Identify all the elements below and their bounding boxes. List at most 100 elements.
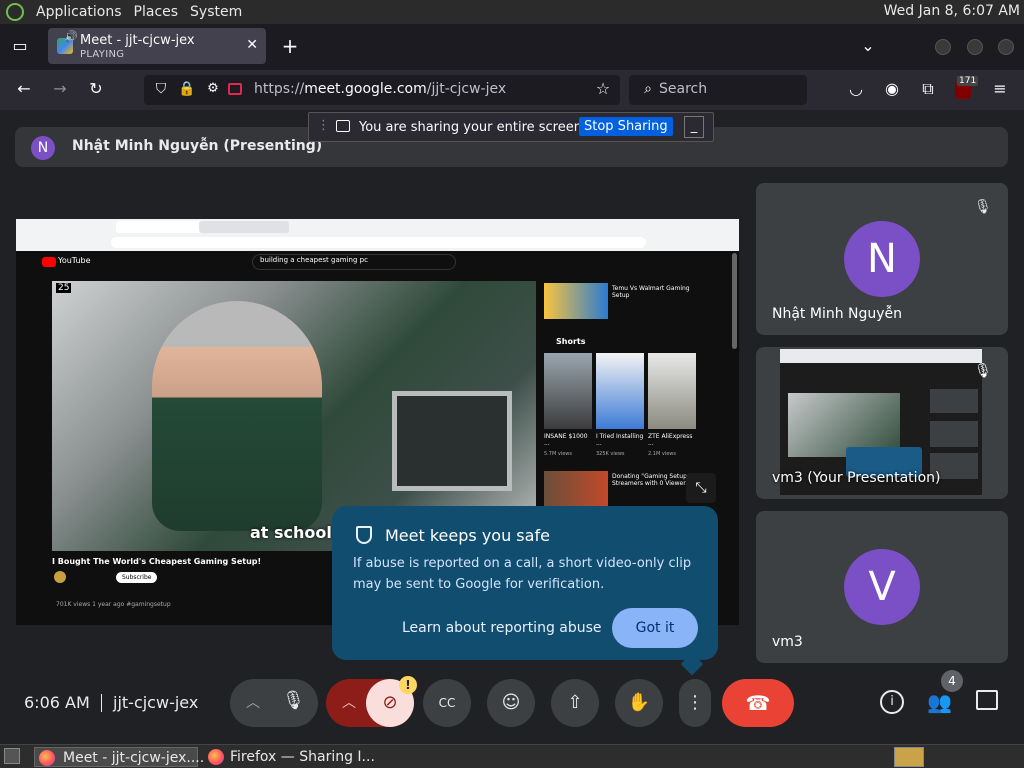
clock[interactable]: Wed Jan 8, 6:07 AM: [884, 3, 1020, 19]
participant-avatar: N: [844, 221, 920, 297]
gnome-foot-icon[interactable]: [6, 3, 24, 21]
reload-icon[interactable]: ↻: [85, 79, 107, 101]
mic-control-group: ︿ 🎙: [230, 679, 318, 727]
short-label-3: ZTE AliExpress ...: [648, 433, 693, 447]
shared-scrollbar: [732, 253, 737, 349]
video-figure: [152, 301, 322, 531]
popup-body: If abuse is reported on a call, a short …: [353, 556, 692, 592]
forward-icon[interactable]: →: [49, 79, 71, 101]
close-tab-icon[interactable]: ✕: [246, 37, 258, 53]
tab-status: PLAYING: [80, 49, 125, 60]
short-thumb-2: [596, 353, 644, 429]
end-call-button[interactable]: ☎: [722, 679, 794, 727]
participant-tile-nhat[interactable]: 🎙 N Nhật Minh Nguyễn: [756, 183, 1008, 335]
sharing-notice-text: You are sharing your entire screen.: [359, 120, 587, 135]
navigation-toolbar: ← → ↻ ⛉ 🔒 ⚙ https://meet.google.com/jjt-…: [0, 70, 1024, 110]
presenter-avatar: N: [31, 136, 55, 160]
tracking-shield-icon[interactable]: ⛉: [150, 79, 172, 101]
participant-name: vm3: [772, 634, 803, 650]
url-text[interactable]: https://meet.google.com/jjt-cjcw-jex: [254, 81, 506, 97]
emoji-button[interactable]: ☺: [487, 679, 535, 727]
minimize-sharing-icon[interactable]: _: [684, 116, 704, 138]
gnome-taskbar: Meet - jjt-cjcw-jex.... Firefox — Sharin…: [0, 744, 1024, 768]
meet-safety-popup: Meet keeps you safe If abuse is reported…: [332, 506, 718, 676]
new-tab-icon[interactable]: +: [279, 36, 301, 58]
got-it-button[interactable]: Got it: [612, 608, 698, 648]
mic-muted-icon: 🎙: [974, 199, 992, 215]
places-menu[interactable]: Places: [134, 4, 179, 20]
short-views-2: 325K views: [596, 451, 625, 457]
taskbar-item-firefox[interactable]: Firefox — Sharing I...: [204, 747, 375, 767]
account-icon[interactable]: ◉: [881, 79, 903, 101]
popup-title: Meet keeps you safe: [385, 526, 550, 545]
extensions-icon[interactable]: ⧉: [917, 79, 939, 101]
screen-share-indicator-icon[interactable]: [228, 83, 242, 95]
bookmark-star-icon[interactable]: ☆: [592, 79, 614, 101]
camera-options-chevron-icon[interactable]: ︿: [342, 692, 356, 712]
extension-badge: 171: [957, 76, 979, 86]
tab-title: Meet - jjt-cjcw-jex: [80, 33, 195, 48]
shared-browser-chrome: [16, 219, 739, 251]
app-menu-icon[interactable]: ≡: [989, 79, 1011, 101]
speaker-icon[interactable]: 🔊: [64, 30, 78, 43]
more-options-button[interactable]: ⋮: [679, 679, 711, 727]
list-tabs-icon[interactable]: ⌄: [857, 36, 879, 58]
presentation-muted-icon: 🎙: [974, 363, 992, 379]
url-bar[interactable]: ⛉ 🔒 ⚙ https://meet.google.com/jjt-cjcw-j…: [144, 75, 620, 105]
meeting-code: jjt-cjcw-jex: [113, 693, 199, 712]
participant-tile-vm3[interactable]: V vm3: [756, 511, 1008, 663]
learn-reporting-link[interactable]: Learn about reporting abuse: [402, 620, 602, 636]
participant-name: Nhật Minh Nguyễn: [772, 306, 903, 322]
window-close-icon[interactable]: [998, 39, 1014, 55]
firefox-icon: [208, 749, 224, 765]
chat-icon[interactable]: [976, 690, 998, 710]
raise-hand-button[interactable]: ✋: [615, 679, 663, 727]
frame-counter: 25: [56, 283, 72, 293]
popup-pointer: [680, 652, 704, 676]
applications-menu[interactable]: Applications: [36, 4, 122, 20]
video-caption: at school: [250, 523, 332, 542]
pocket-icon[interactable]: ◡: [845, 79, 867, 101]
search-bar[interactable]: ⌕ Search: [629, 75, 807, 105]
permissions-icon[interactable]: ⚙: [202, 79, 224, 101]
lock-icon[interactable]: 🔒: [176, 79, 198, 101]
youtube-logo-icon: [42, 257, 56, 267]
youtube-video-title: I Bought The World's Cheapest Gaming Set…: [52, 557, 262, 566]
microphone-icon[interactable]: 🎙: [282, 690, 306, 714]
participant-tile-presentation[interactable]: 🎙 vm3 (Your Presentation): [756, 347, 1008, 499]
people-icon[interactable]: 👥: [927, 690, 952, 714]
monitor-shape: [392, 391, 512, 491]
youtube-search-query: building a cheapest gaming pc: [260, 256, 368, 264]
stop-sharing-button[interactable]: Stop Sharing: [579, 117, 673, 136]
presentation-label: vm3 (Your Presentation): [772, 470, 941, 486]
meeting-info-icon[interactable]: i: [880, 690, 904, 714]
short-label-1: INSANE $1000 ...: [544, 433, 588, 447]
system-menu[interactable]: System: [190, 4, 242, 20]
sidebar-video-thumb: [544, 283, 608, 319]
window-minimize-icon[interactable]: [935, 39, 951, 55]
subscribe-button: Subscribe: [116, 572, 158, 583]
firefox-icon: [39, 750, 55, 766]
shield-icon: [356, 526, 372, 544]
shorts-label: Shorts: [556, 337, 586, 346]
short-views-1: 5.7M views: [544, 451, 572, 457]
tab-overview-icon[interactable]: ▭: [9, 36, 31, 58]
tab-strip: ▭ 🔊 Meet - jjt-cjcw-jex PLAYING ✕ + ⌄: [0, 24, 1024, 70]
show-desktop-icon[interactable]: [4, 748, 20, 764]
expand-icon[interactable]: ⤡: [686, 473, 716, 503]
gnome-top-panel: Applications Places System Wed Jan 8, 6:…: [0, 0, 1024, 24]
back-icon[interactable]: ←: [13, 79, 35, 101]
meeting-divider: [101, 694, 102, 712]
views-line: 701K views 1 year ago #gamingsetup: [56, 601, 171, 608]
mic-options-chevron-icon[interactable]: ︿: [246, 692, 260, 712]
short-label-2: I Tried Installing ...: [596, 433, 644, 447]
short-thumb-3: [648, 353, 696, 429]
workspace-switcher[interactable]: [894, 747, 924, 767]
captions-button[interactable]: CC: [423, 679, 471, 727]
taskbar-item-meet[interactable]: Meet - jjt-cjcw-jex....: [34, 747, 204, 767]
tab-meet[interactable]: 🔊 Meet - jjt-cjcw-jex PLAYING ✕: [48, 28, 266, 64]
window-maximize-icon[interactable]: [967, 39, 983, 55]
drag-handle-icon[interactable]: ⋮: [317, 118, 330, 133]
people-count-badge: 4: [941, 670, 963, 692]
present-button[interactable]: ⇧: [551, 679, 599, 727]
